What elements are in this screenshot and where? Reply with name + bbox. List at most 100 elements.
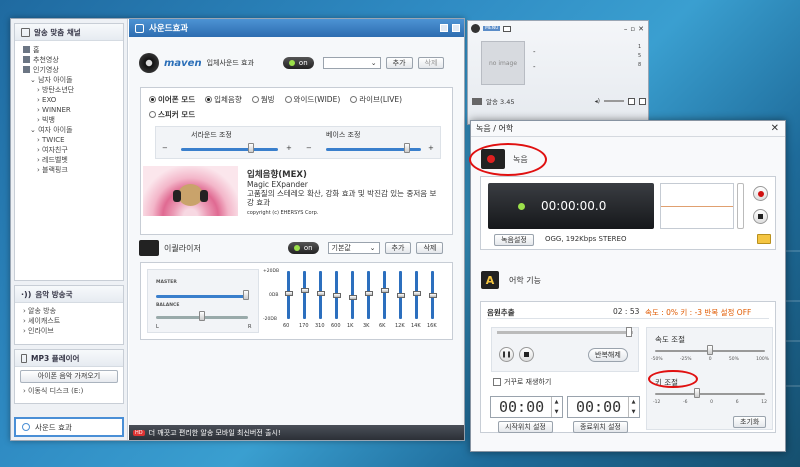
sidebar-item[interactable]: › 레드벨벳 bbox=[23, 155, 123, 165]
player-controls-row: 알송 3.45 ◂) bbox=[472, 96, 646, 106]
eq-preset-select[interactable]: 기본값 ⌄ bbox=[327, 242, 380, 254]
mode-option[interactable]: 입체음향 bbox=[205, 94, 242, 105]
close-icon[interactable]: ✕ bbox=[771, 123, 779, 134]
key-slider[interactable] bbox=[655, 393, 765, 395]
eq-band-label: 170 bbox=[299, 323, 309, 329]
dropdown-icon[interactable] bbox=[503, 25, 512, 32]
eq-band-thumb[interactable] bbox=[396, 293, 405, 298]
master-slider[interactable] bbox=[156, 295, 248, 298]
sidebar-item[interactable]: 인기영상 bbox=[23, 65, 123, 75]
eq-band-thumb[interactable] bbox=[300, 288, 309, 294]
playlist-index[interactable]: 5 bbox=[638, 52, 641, 61]
maven-add-button[interactable]: 추가 bbox=[385, 57, 413, 69]
maven-delete-button[interactable]: 삭제 bbox=[417, 57, 445, 69]
sidebar-item[interactable]: › 블랙핑크 bbox=[23, 165, 123, 175]
master-slider-thumb[interactable] bbox=[243, 290, 250, 300]
settings-icon[interactable] bbox=[452, 24, 460, 32]
sidebar-item[interactable]: ⌄ 남자 아이돌 bbox=[23, 75, 123, 85]
folder-icon[interactable] bbox=[757, 234, 771, 244]
playlist-index[interactable]: 1 bbox=[638, 43, 641, 52]
eq-add-button[interactable]: 추가 bbox=[384, 242, 412, 254]
db-zero-label: 0DB bbox=[269, 293, 279, 298]
eq-band-thumb[interactable] bbox=[284, 290, 293, 296]
volume-slider[interactable] bbox=[604, 100, 624, 102]
eq-band-slider[interactable] bbox=[383, 271, 386, 319]
sidebar-item[interactable]: ⌄ 여자 아이돌 bbox=[23, 125, 123, 135]
repeat-clear-button[interactable]: 반복해제 bbox=[588, 348, 628, 362]
set-end-button[interactable]: 종료위치 설정 bbox=[573, 421, 628, 433]
sidebar-item[interactable]: › 방탄소년단 bbox=[23, 85, 123, 95]
stop-button[interactable] bbox=[519, 347, 534, 362]
playlist-index[interactable]: 8 bbox=[638, 61, 641, 70]
eq-band-thumb[interactable] bbox=[412, 290, 421, 296]
eq-band-thumb[interactable] bbox=[316, 290, 325, 296]
eq-band-thumb[interactable] bbox=[428, 293, 437, 298]
broadcast-item[interactable]: › 알송 방송 bbox=[23, 306, 123, 316]
progress-track[interactable] bbox=[497, 331, 633, 334]
speed-slider-thumb[interactable] bbox=[707, 345, 713, 355]
progress-thumb[interactable] bbox=[626, 327, 632, 337]
balance-label: BALANCE bbox=[156, 303, 180, 308]
mode-option[interactable]: 스피커 모드 bbox=[149, 109, 195, 120]
volume-icon[interactable]: ◂) bbox=[595, 98, 600, 105]
eq-delete-button[interactable]: 삭제 bbox=[416, 242, 444, 254]
mode-option[interactable]: 이어폰 모드 bbox=[149, 94, 195, 105]
eq-band-thumb[interactable] bbox=[348, 295, 357, 301]
eq-band-label: 1K bbox=[347, 323, 354, 329]
surround-slider[interactable] bbox=[181, 148, 278, 151]
sidebar-item-label: 레드벨벳 bbox=[42, 156, 68, 164]
broadcast-item[interactable]: › 셰이캐스트 bbox=[23, 316, 123, 326]
eq-toggle[interactable]: on bbox=[287, 242, 319, 254]
stop-button[interactable] bbox=[753, 209, 768, 224]
mode-option[interactable]: 웜빙 bbox=[251, 94, 275, 105]
surround-minus: − bbox=[162, 144, 168, 152]
tv-icon bbox=[21, 27, 30, 37]
minimize-icon[interactable]: – bbox=[624, 25, 628, 33]
sidebar-item[interactable]: › EXO bbox=[23, 95, 123, 105]
record-button[interactable] bbox=[753, 186, 768, 201]
menu-button[interactable]: MENU bbox=[483, 26, 501, 31]
maven-toggle[interactable]: on bbox=[282, 57, 314, 69]
content-title: 사운드효과 bbox=[149, 24, 189, 34]
start-time-spinner[interactable]: ▲ ▼ bbox=[551, 397, 561, 417]
bass-slider-thumb[interactable] bbox=[403, 143, 410, 153]
mode-option[interactable]: 와이드(WIDE) bbox=[284, 94, 340, 105]
sidebar-item[interactable]: 홈 bbox=[23, 45, 123, 55]
maven-preset-select[interactable]: ⌄ bbox=[322, 57, 381, 69]
sidebar-item[interactable]: › 여자친구 bbox=[23, 145, 123, 155]
end-time-spinner[interactable]: ▲ ▼ bbox=[628, 397, 638, 417]
sidebar-item[interactable]: › WINNER bbox=[23, 105, 123, 115]
sidebar-item[interactable]: 추천영상 bbox=[23, 55, 123, 65]
close-icon[interactable]: ✕ bbox=[638, 25, 644, 33]
maven-panel: 이어폰 모드 입체음향 웜빙 와이드(WIDE) 라이브(LIVE) 스피커 모… bbox=[140, 87, 453, 235]
eq-band-thumb[interactable] bbox=[380, 288, 389, 294]
iphone-import-button[interactable]: 아이폰 음악 가져오기 bbox=[20, 370, 118, 383]
set-start-button[interactable]: 시작위치 설정 bbox=[498, 421, 553, 433]
restore-icon[interactable]: ▫ bbox=[630, 25, 635, 33]
balance-slider-thumb[interactable] bbox=[199, 311, 205, 321]
info-icon[interactable] bbox=[440, 24, 448, 32]
equalizer-icon bbox=[139, 240, 159, 256]
eq-band-thumb[interactable] bbox=[332, 293, 341, 298]
eq-icon[interactable] bbox=[628, 97, 635, 105]
sidebar-item[interactable]: › 빅뱅 bbox=[23, 115, 123, 125]
key-slider-thumb[interactable] bbox=[693, 388, 700, 398]
eq-band-slider[interactable] bbox=[303, 271, 306, 319]
reverse-checkbox[interactable] bbox=[493, 378, 501, 386]
surround-slider-thumb[interactable] bbox=[247, 143, 254, 153]
reset-button[interactable]: 초기화 bbox=[733, 416, 767, 428]
broadcast-item[interactable]: › 인라이브 bbox=[23, 326, 123, 336]
mode-option[interactable]: 라이브(LIVE) bbox=[350, 94, 402, 105]
reverse-checkbox-row[interactable]: 거꾸로 재생하기 bbox=[493, 377, 551, 387]
removable-disk-item[interactable]: › 이동식 디스크 (E:) bbox=[15, 386, 123, 396]
playlist-icon[interactable] bbox=[472, 97, 482, 105]
status-bar: HD 더 깨끗고 편리한 알송 모바일 최신버전 출시! bbox=[129, 425, 464, 440]
repeat-icon[interactable] bbox=[639, 97, 646, 105]
record-settings-button[interactable]: 녹음설정 bbox=[494, 234, 534, 246]
sound-effect-tab[interactable]: 사운드 효과 bbox=[14, 417, 124, 437]
eq-band-thumb[interactable] bbox=[364, 290, 373, 296]
pause-button[interactable]: ❚❚ bbox=[499, 347, 514, 362]
status-text[interactable]: 더 깨끗고 편리한 알송 모바일 최신버전 출시! bbox=[149, 428, 281, 438]
sidebar-item[interactable]: › TWICE bbox=[23, 135, 123, 145]
eq-band-label: 60 bbox=[283, 323, 290, 329]
